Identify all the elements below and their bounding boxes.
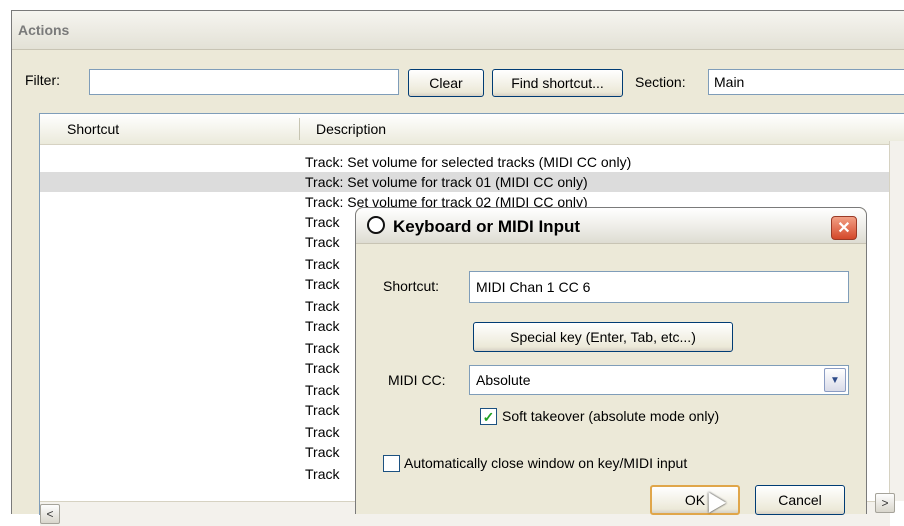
column-description[interactable]: Description: [316, 121, 386, 137]
vertical-scrollbar[interactable]: [889, 141, 904, 501]
chevron-left-icon: <: [46, 507, 54, 521]
close-icon: ✕: [837, 220, 851, 237]
clear-button[interactable]: Clear: [408, 69, 484, 97]
row-description: Track: [305, 276, 340, 292]
row-description: Track: [305, 234, 340, 250]
row-description: Track: [305, 402, 340, 418]
table-row[interactable]: Track: Set volume for selected tracks (M…: [40, 152, 904, 172]
checkmark-icon: ✓: [482, 408, 495, 425]
section-label: Section:: [635, 74, 686, 90]
ok-button[interactable]: OK: [650, 485, 740, 515]
auto-close-label[interactable]: Automatically close window on key/MIDI i…: [404, 455, 687, 471]
close-button[interactable]: ✕: [831, 216, 857, 240]
row-description: Track: [305, 318, 340, 334]
actions-titlebar: Actions: [12, 11, 904, 50]
row-description: Track: [305, 298, 340, 314]
shortcut-field[interactable]: MIDI Chan 1 CC 6: [469, 271, 849, 303]
row-description: Track: [305, 214, 340, 230]
shortcut-label: Shortcut:: [383, 278, 440, 294]
row-description: Track: [305, 444, 340, 460]
row-description: Track: [305, 424, 340, 440]
scroll-right-button[interactable]: >: [875, 493, 895, 513]
row-description: Track: [305, 340, 340, 356]
list-header: Shortcut Description: [40, 114, 904, 145]
cancel-button[interactable]: Cancel: [755, 485, 845, 515]
soft-takeover-label[interactable]: Soft takeover (absolute mode only): [502, 408, 719, 424]
actions-title: Actions: [18, 22, 70, 38]
table-row[interactable]: Track: Set volume for track 01 (MIDI CC …: [40, 172, 904, 192]
midi-cc-label: MIDI CC:: [388, 372, 446, 388]
find-shortcut-button[interactable]: Find shortcut...: [492, 69, 623, 97]
column-separator[interactable]: [299, 118, 300, 140]
section-value: Main: [714, 74, 745, 90]
filter-input[interactable]: [89, 69, 399, 95]
column-shortcut[interactable]: Shortcut: [67, 121, 119, 137]
chevron-down-icon[interactable]: ▼: [824, 368, 846, 392]
chevron-right-icon: >: [881, 496, 889, 510]
section-dropdown[interactable]: Main: [708, 69, 904, 95]
midi-cc-value: Absolute: [476, 372, 531, 388]
keyboard-midi-dialog: Keyboard or MIDI Input ✕ Shortcut: MIDI …: [355, 207, 867, 515]
reaper-logo-icon: [367, 216, 385, 234]
filter-label: Filter:: [25, 72, 60, 88]
scroll-left-button[interactable]: <: [40, 504, 60, 524]
auto-close-checkbox[interactable]: [383, 455, 400, 472]
row-description: Track: Set volume for selected tracks (M…: [305, 154, 632, 170]
dialog-titlebar[interactable]: Keyboard or MIDI Input ✕: [356, 208, 866, 244]
special-key-button[interactable]: Special key (Enter, Tab, etc...): [473, 322, 733, 352]
row-description: Track: [305, 256, 340, 272]
soft-takeover-checkbox[interactable]: ✓: [480, 408, 497, 425]
row-description: Track: [305, 466, 340, 482]
midi-cc-select[interactable]: Absolute ▼: [469, 365, 849, 395]
row-description: Track: [305, 382, 340, 398]
shortcut-value: MIDI Chan 1 CC 6: [476, 279, 591, 295]
row-description: Track: [305, 360, 340, 376]
row-description: Track: Set volume for track 01 (MIDI CC …: [305, 174, 588, 190]
dialog-title: Keyboard or MIDI Input: [393, 217, 580, 236]
